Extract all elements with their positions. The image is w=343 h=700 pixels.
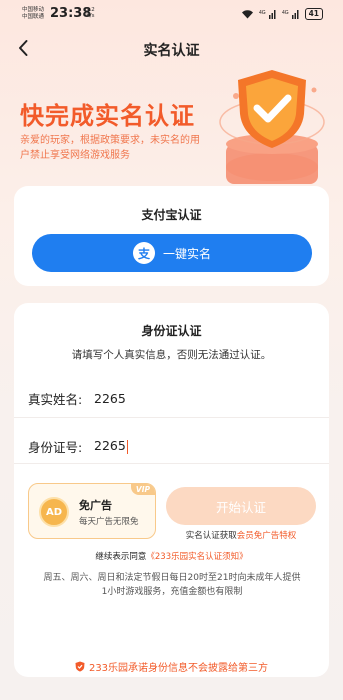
vip-hint: 实名认证获取会员免广告特权 — [166, 529, 316, 541]
real-name-input[interactable]: 2265 — [94, 391, 314, 406]
start-verify-button[interactable]: 开始认证 — [166, 487, 316, 525]
signal-icon: 4G — [259, 10, 276, 19]
no-ad-vip-card[interactable]: VIP AD 免广告 每天广告无限免 — [28, 483, 156, 539]
divider — [14, 417, 329, 418]
svg-text:4G: 4G — [259, 10, 266, 16]
vip-badge: VIP — [130, 484, 155, 495]
real-name-field[interactable]: 真实姓名: 2265 — [28, 381, 314, 415]
status-icons: 4G 4G 41 — [241, 8, 323, 20]
real-name-label: 真实姓名: — [28, 391, 83, 407]
page-title: 实名认证 — [143, 43, 200, 59]
agreement: 继续表示同意《233乐园实名认证须知》 — [14, 550, 329, 562]
carrier-info: 中国移动 中国联通 — [22, 7, 44, 21]
agreement-text: 继续表示同意 — [95, 552, 147, 562]
privacy-promise: 233乐园承诺身份信息不会披露给第三方 — [14, 659, 329, 674]
vip-hint-text: 实名认证获取 — [185, 531, 237, 541]
no-ad-subtitle: 每天广告无限免 — [79, 517, 139, 527]
id-number-input-wrap[interactable]: 2265 — [94, 438, 314, 454]
agreement-link[interactable]: 《233乐园实名认证须知》 — [146, 552, 247, 562]
net-speed-unit: K/s — [86, 13, 95, 19]
id-number-field[interactable]: 身份证号: 2265 — [28, 429, 314, 463]
id-number-label: 身份证号: — [28, 439, 83, 455]
battery-indicator: 41 — [304, 8, 323, 20]
vip-privilege-link[interactable]: 会员免广告特权 — [237, 531, 297, 541]
hero-description: 亲爱的玩家，根据政策要求，未实名的用户禁止享受网络游戏服务 — [20, 135, 200, 161]
id-card-title: 身份证认证 — [141, 324, 202, 338]
signal-icon-2: 4G — [282, 10, 299, 19]
alipay-card-title: 支付宝认证 — [141, 208, 202, 222]
no-ad-title: 免广告 — [79, 499, 112, 512]
status-bar: 中国移动 中国联通 23:38 2.2 K/s 4G 4G 41 — [0, 0, 343, 30]
shield-icon — [75, 661, 85, 672]
alipay-verify-button[interactable]: 支 一键实名 — [32, 234, 312, 272]
shield-check-icon — [210, 62, 330, 202]
id-card-section: 身份证认证 请填写个人真实信息，否则无法通过认证。 真实姓名: 2265 身份证… — [14, 303, 329, 677]
wifi-icon — [241, 10, 253, 19]
divider — [14, 463, 329, 464]
net-speed: 2.2 K/s — [86, 7, 95, 19]
svg-text:4G: 4G — [282, 10, 289, 16]
ad-icon: AD — [39, 497, 69, 527]
carrier-2: 中国联通 — [22, 14, 45, 20]
text-caret — [126, 439, 128, 454]
privacy-promise-text: 233乐园承诺身份信息不会披露给第三方 — [88, 663, 269, 674]
carrier-1: 中国移动 — [22, 7, 45, 13]
minor-play-time-notice: 周五、周六、周日和法定节假日每日20时至21时向未成年人提供1小时游戏服务，充值… — [43, 573, 301, 597]
alipay-icon: 支 — [132, 242, 155, 264]
alipay-card: 支付宝认证 支 一键实名 — [14, 186, 329, 286]
id-card-subtitle: 请填写个人真实信息，否则无法通过认证。 — [71, 349, 272, 361]
alipay-button-label: 一键实名 — [162, 246, 211, 261]
id-number-input[interactable]: 2265 — [94, 438, 126, 453]
hero-title: 快完成实名认证 — [20, 102, 195, 130]
